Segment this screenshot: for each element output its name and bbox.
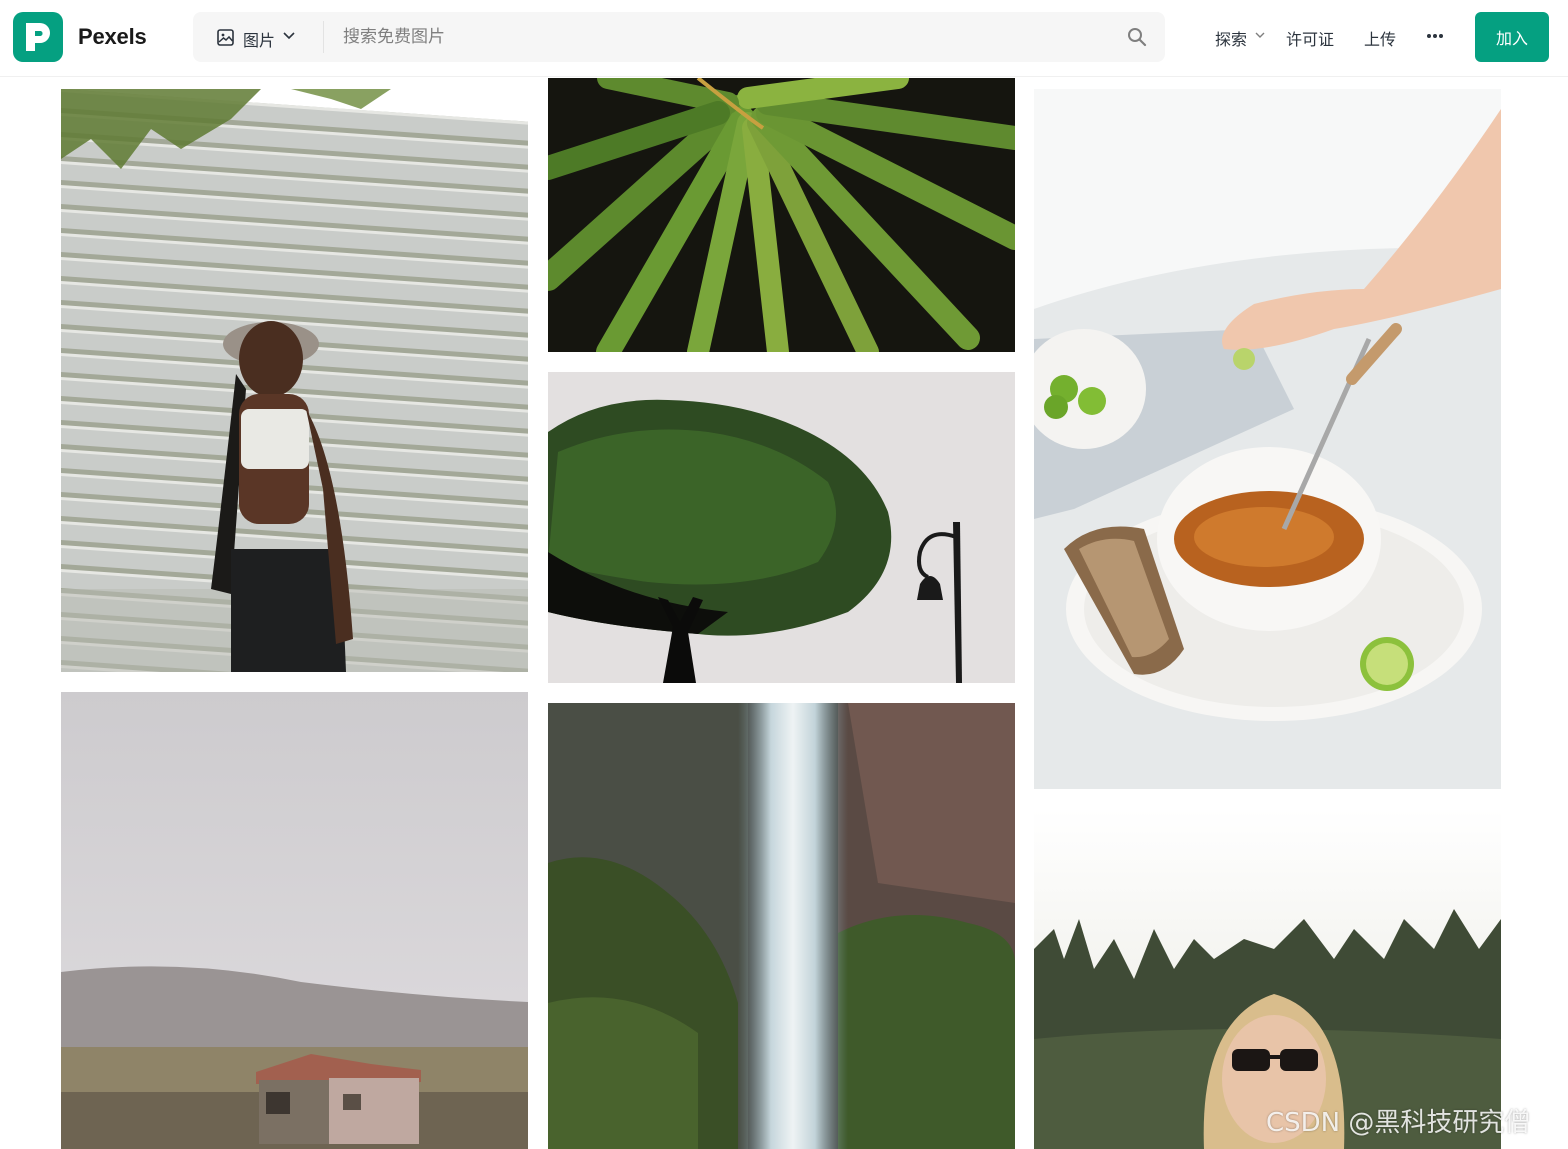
photo-woman-sunglasses-image xyxy=(1034,809,1501,1149)
photo-old-cabin-image xyxy=(61,692,528,1149)
photo-waterfall[interactable] xyxy=(548,703,1015,1149)
photo-tree-and-bell-image xyxy=(548,372,1015,683)
search-icon[interactable] xyxy=(1127,27,1147,47)
media-type-label: 图片 xyxy=(243,31,276,50)
chevron-down-icon[interactable] xyxy=(1255,32,1265,39)
photo-woman-sunglasses[interactable] xyxy=(1034,809,1501,1149)
pexels-logo-icon xyxy=(26,23,50,51)
chevron-down-icon xyxy=(283,32,295,40)
nav-upload[interactable]: 上传 xyxy=(1364,26,1396,50)
photo-woman-bucket-hat-image xyxy=(61,89,528,672)
photo-waterfall-image xyxy=(548,703,1015,1149)
nav-license[interactable]: 许可证 xyxy=(1286,26,1334,50)
pexels-logo[interactable] xyxy=(13,12,63,62)
search-input[interactable] xyxy=(335,12,1105,62)
photo-soup-bowl-image xyxy=(1034,89,1501,789)
nav-explore[interactable]: 探索 xyxy=(1215,26,1247,50)
photo-palm-leaves-image xyxy=(548,78,1015,352)
photo-tree-and-bell[interactable] xyxy=(548,372,1015,683)
top-header: Pexels 图片 探索 许可证 上传 加入 xyxy=(0,0,1568,77)
photo-woman-bucket-hat[interactable] xyxy=(61,89,528,672)
image-icon xyxy=(217,29,234,46)
watermark: CSDN @黑科技研究僧 xyxy=(1266,1108,1531,1138)
photo-palm-leaves[interactable] xyxy=(548,78,1015,352)
media-type-dropdown[interactable]: 图片 xyxy=(193,12,323,62)
join-button[interactable]: 加入 xyxy=(1475,12,1549,62)
photo-soup-bowl[interactable] xyxy=(1034,89,1501,789)
photo-old-cabin[interactable] xyxy=(61,692,528,1149)
search-divider xyxy=(323,21,324,53)
brand-name[interactable]: Pexels xyxy=(78,24,147,50)
search-bar: 图片 xyxy=(193,12,1165,62)
more-icon[interactable] xyxy=(1426,33,1444,39)
